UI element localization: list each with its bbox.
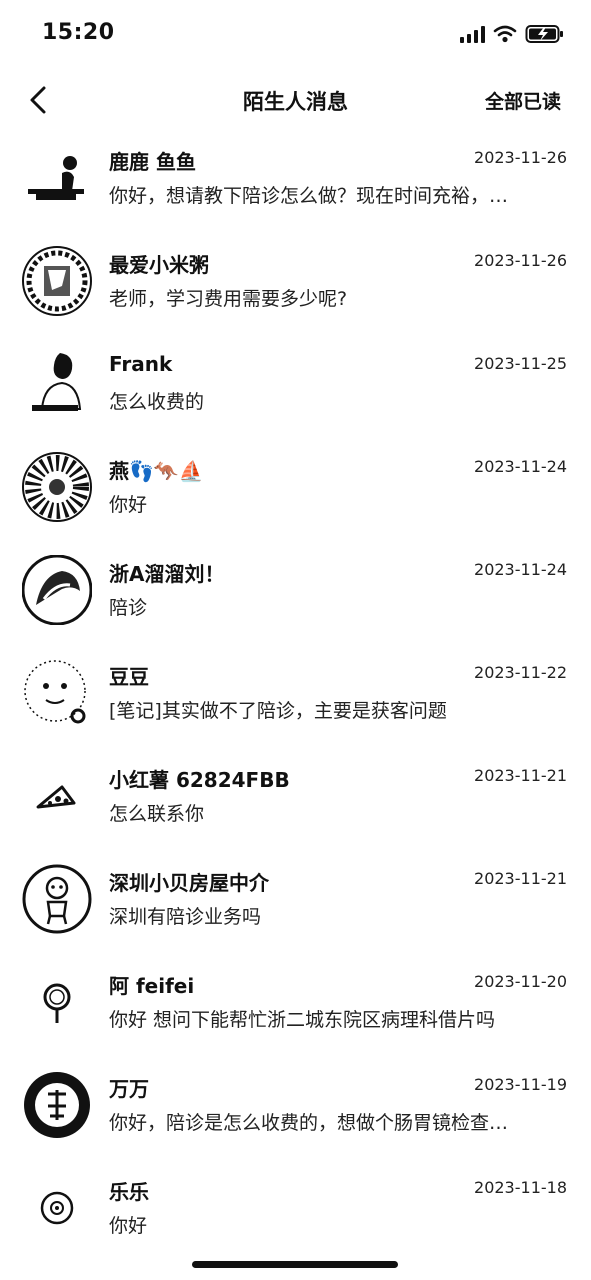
message-date: 2023-11-25	[474, 354, 567, 373]
message-preview: 你好	[109, 494, 148, 516]
message-date: 2023-11-21	[474, 869, 567, 888]
message-item[interactable]: 小红薯 62824FBB 2023-11-21 怎么联系你	[0, 748, 591, 851]
message-item[interactable]: 深圳小贝房屋中介 2023-11-21 深圳有陪诊业务吗	[0, 851, 591, 954]
message-date: 2023-11-26	[474, 148, 567, 167]
pizza-icon	[36, 785, 76, 809]
photo-circle-icon	[22, 246, 92, 316]
wifi-icon	[493, 25, 517, 43]
message-item[interactable]: Frank 2023-11-25 怎么收费的	[0, 336, 591, 439]
nav-bar: 陌生人消息 全部已读	[0, 70, 591, 132]
status-bar: 15:20	[0, 0, 591, 66]
message-item[interactable]: 浙A溜溜刘！ 2023-11-24 陪诊	[0, 542, 591, 645]
calligraphy-circle-icon	[24, 1072, 90, 1138]
message-date: 2023-11-20	[474, 972, 567, 991]
message-preview: 你好，想请教下陪诊怎么做？现在时间充裕，…	[109, 185, 509, 207]
sender-name: 豆豆	[109, 665, 149, 689]
message-list: 鹿鹿 鱼鱼 2023-11-26 你好，想请教下陪诊怎么做？现在时间充裕，… 最…	[0, 130, 591, 1263]
message-item[interactable]: 最爱小米粥 2023-11-26 老师，学习费用需要多少呢?	[0, 233, 591, 336]
sender-name: 浙A溜溜刘！	[109, 562, 225, 586]
sender-name: 鹿鹿 鱼鱼	[109, 150, 196, 174]
message-preview: 怎么联系你	[109, 803, 205, 825]
sender-name: 乐乐	[109, 1180, 149, 1204]
message-date: 2023-11-18	[474, 1178, 567, 1197]
photo-circle-icon	[22, 452, 92, 522]
signal-icon	[460, 25, 485, 43]
status-time: 15:20	[42, 20, 115, 45]
message-date: 2023-11-21	[474, 766, 567, 785]
message-date: 2023-11-24	[474, 457, 567, 476]
battery-charging-icon	[525, 25, 563, 43]
person-portrait-icon	[32, 353, 82, 411]
photo-circle-icon	[22, 555, 92, 625]
message-preview: 你好 想问下能帮忙浙二城东院区病理科借片吗	[109, 1009, 496, 1031]
message-date: 2023-11-24	[474, 560, 567, 579]
sender-name: 万万	[109, 1077, 149, 1101]
small-disc-icon	[40, 1191, 74, 1225]
message-item[interactable]: 豆豆 2023-11-22 [笔记]其实做不了陪诊，主要是获客问题	[0, 645, 591, 748]
message-preview: [笔记]其实做不了陪诊，主要是获客问题	[109, 700, 447, 722]
sender-name: 深圳小贝房屋中介	[109, 871, 269, 895]
message-date: 2023-11-19	[474, 1075, 567, 1094]
sender-name: 最爱小米粥	[109, 253, 209, 277]
message-item[interactable]: 鹿鹿 鱼鱼 2023-11-26 你好，想请教下陪诊怎么做？现在时间充裕，…	[0, 130, 591, 233]
screen: 15:20 陌生人消息 全部已读 鹿鹿 鱼鱼 2023-11-26 你好，想请教…	[0, 0, 591, 1280]
cartoon-face-icon	[24, 660, 86, 724]
pin-icon	[43, 983, 71, 1023]
home-indicator	[192, 1261, 398, 1268]
message-preview: 怎么收费的	[109, 391, 205, 413]
mark-all-read-button[interactable]: 全部已读	[485, 87, 561, 114]
message-item[interactable]: 燕👣🦘⛵ 2023-11-24 你好	[0, 439, 591, 542]
message-preview: 你好	[109, 1215, 148, 1237]
message-preview: 深圳有陪诊业务吗	[109, 906, 262, 928]
message-item[interactable]: 阿 feifei 2023-11-20 你好 想问下能帮忙浙二城东院区病理科借片…	[0, 954, 591, 1057]
sender-name: 小红薯 62824FBB	[109, 768, 290, 792]
sender-name: 阿 feifei	[109, 974, 195, 998]
message-date: 2023-11-22	[474, 663, 567, 682]
sender-name: Frank	[109, 352, 173, 376]
status-icons	[460, 24, 565, 44]
cartoon-person-icon	[22, 864, 92, 934]
message-preview: 陪诊	[109, 597, 148, 619]
message-preview: 你好，陪诊是怎么收费的，想做个肠胃镜检查…	[109, 1112, 509, 1134]
sender-name: 燕👣🦘⛵	[109, 459, 204, 483]
message-preview: 老师，学习费用需要多少呢?	[109, 288, 348, 310]
message-item[interactable]: 乐乐 2023-11-18 你好	[0, 1160, 591, 1263]
person-sitting-icon	[28, 156, 84, 200]
message-item[interactable]: 万万 2023-11-19 你好，陪诊是怎么收费的，想做个肠胃镜检查…	[0, 1057, 591, 1160]
message-date: 2023-11-26	[474, 251, 567, 270]
